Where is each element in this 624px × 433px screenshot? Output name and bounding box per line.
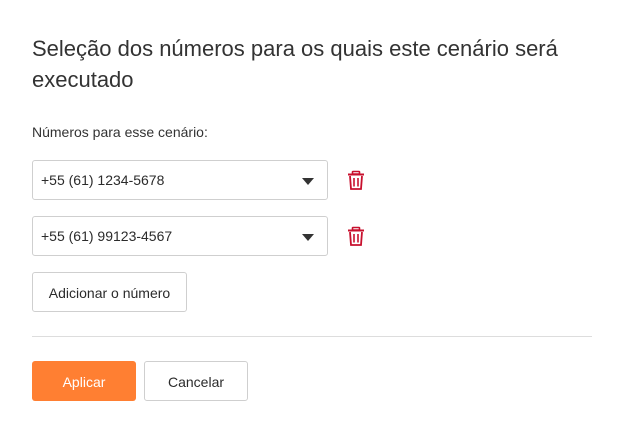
number-select[interactable]: +55 (61) 99123-4567 <box>32 216 328 256</box>
number-select-value: +55 (61) 1234-5678 <box>41 172 165 188</box>
numbers-label: Números para esse cenário: <box>32 124 208 140</box>
apply-button[interactable]: Aplicar <box>32 361 136 401</box>
number-select-value: +55 (61) 99123-4567 <box>41 228 173 244</box>
number-select[interactable]: +55 (61) 1234-5678 <box>32 160 328 200</box>
trash-icon[interactable] <box>346 170 366 190</box>
number-selection-panel: Seleção dos números para os quais este c… <box>0 0 624 433</box>
chevron-down-icon <box>302 234 314 241</box>
number-row: +55 (61) 1234-5678 <box>32 160 372 200</box>
chevron-down-icon <box>302 178 314 185</box>
cancel-button[interactable]: Cancelar <box>144 361 248 401</box>
trash-icon[interactable] <box>346 226 366 246</box>
add-number-button[interactable]: Adicionar o número <box>32 272 187 312</box>
page-title: Seleção dos números para os quais este c… <box>32 36 558 92</box>
number-row: +55 (61) 99123-4567 <box>32 216 372 256</box>
divider <box>32 336 592 337</box>
